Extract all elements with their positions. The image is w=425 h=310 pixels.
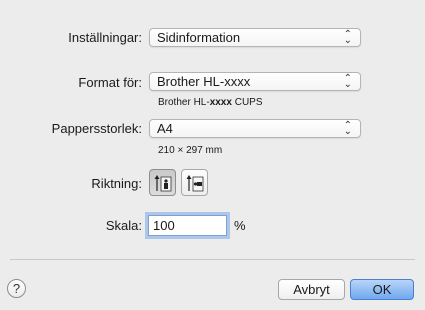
divider — [10, 259, 415, 260]
orientation-label: Riktning: — [91, 176, 142, 191]
portrait-orientation-button[interactable] — [149, 169, 176, 196]
ok-button[interactable]: OK — [350, 279, 414, 300]
paper-size-label: Pappersstorlek: — [51, 121, 142, 136]
scale-label: Skala: — [105, 218, 142, 233]
portrait-orientation-icon — [154, 175, 172, 192]
page-setup-dialog: Inställningar: Sidinformation ⌃ ⌄ Format … — [0, 0, 425, 310]
format-value: Brother HL-xxxx — [157, 74, 251, 89]
paper-size-popup[interactable]: A4 ⌃ ⌄ — [149, 119, 361, 138]
format-label: Format för: — [78, 75, 142, 90]
scale-input[interactable] — [148, 215, 227, 236]
settings-popup[interactable]: Sidinformation ⌃ ⌄ — [149, 28, 361, 47]
landscape-orientation-button[interactable] — [181, 169, 208, 196]
scale-unit: % — [234, 218, 246, 233]
format-popup[interactable]: Brother HL-xxxx ⌃ ⌄ — [149, 72, 361, 91]
printer-description: Brother HL-xxxx CUPS — [158, 97, 263, 108]
cancel-button[interactable]: Avbryt — [278, 279, 345, 300]
help-button[interactable]: ? — [7, 279, 26, 298]
landscape-orientation-icon — [186, 175, 204, 192]
settings-value: Sidinformation — [157, 30, 241, 45]
paper-dimensions: 210 × 297 mm — [158, 145, 223, 156]
settings-label: Inställningar: — [68, 30, 142, 45]
paper-size-value: A4 — [157, 121, 173, 136]
